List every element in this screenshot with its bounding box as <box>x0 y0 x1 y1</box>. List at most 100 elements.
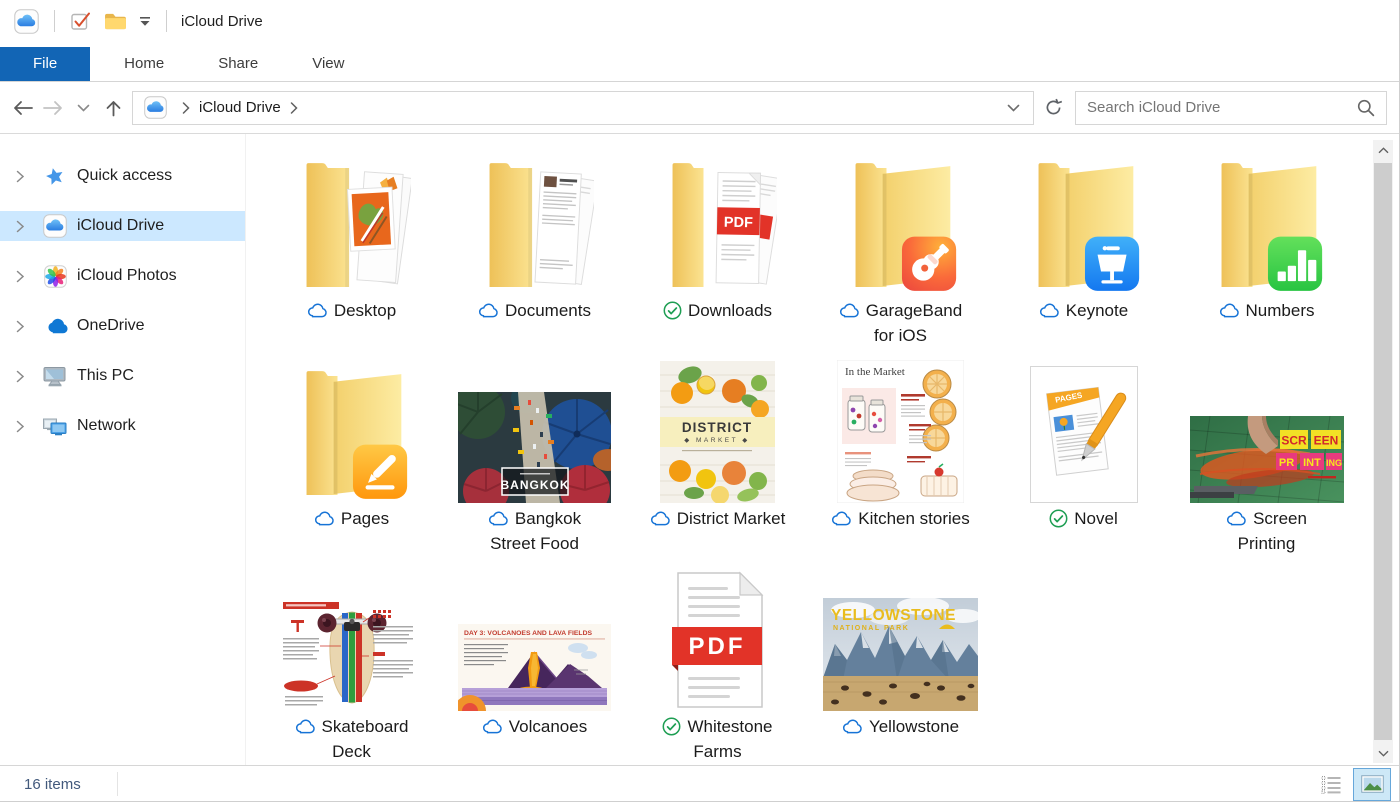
thumb-yellowstone: YELLOWSTONENATIONAL PARK <box>823 566 978 711</box>
file-name-line: Volcanoes <box>509 714 587 739</box>
vertical-scrollbar[interactable] <box>1373 140 1393 763</box>
sidebar-item-icloud-photos[interactable]: iCloud Photos <box>0 261 245 291</box>
recent-locations-chevron-icon[interactable] <box>68 93 98 123</box>
sidebar-item-label: iCloud Drive <box>77 217 164 235</box>
star-icon <box>42 165 68 187</box>
file-item-yellowstone[interactable]: YELLOWSTONENATIONAL PARK Yellowstone <box>809 566 992 774</box>
cloud-status-icon <box>650 511 671 526</box>
file-name-line: GarageBand <box>866 298 962 323</box>
network-icon <box>42 416 68 437</box>
file-name-line: Farms <box>662 739 772 764</box>
address-bar[interactable]: iCloud Drive <box>132 91 1034 125</box>
file-name-line: Keynote <box>1066 298 1128 323</box>
file-item-downloads[interactable]: PDFDownloads <box>626 150 809 358</box>
tab-file[interactable]: File <box>0 47 90 81</box>
customize-toolbar-chevron-icon[interactable] <box>139 16 151 27</box>
file-item-label: SkateboardDeck <box>295 714 409 764</box>
titlebar-separator <box>54 10 55 32</box>
file-name-line: Whitestone <box>687 714 772 739</box>
file-item-whitestone-farms[interactable]: PDFWhitestoneFarms <box>626 566 809 774</box>
expand-chevron-icon[interactable] <box>16 270 27 283</box>
file-item-label: WhitestoneFarms <box>662 714 772 764</box>
cloud-status-icon <box>478 303 499 318</box>
sidebar-item-quick-access[interactable]: Quick access <box>0 161 245 191</box>
search-input[interactable]: Search iCloud Drive <box>1075 91 1387 125</box>
file-name-line: Screen <box>1253 506 1307 531</box>
back-button[interactable] <box>8 93 38 123</box>
file-item-garageband-for-ios[interactable]: GarageBandfor iOS <box>809 150 992 358</box>
svg-text:BANGKOK: BANGKOK <box>501 478 570 492</box>
folder-downloads: PDF <box>659 150 777 295</box>
main-area: Quick access iCloud Drive iCloud Photos One… <box>0 134 1399 765</box>
sidebar-item-network[interactable]: Network <box>0 411 245 441</box>
up-button[interactable] <box>98 93 128 123</box>
properties-check-icon[interactable] <box>70 10 92 32</box>
file-name-line: Documents <box>505 298 591 323</box>
file-item-volcanoes[interactable]: DAY 3: VOLCANOES AND LAVA FIELDS Volcanoe… <box>443 566 626 774</box>
thumb-screen-printing: SCREENPRINTING <box>1190 358 1344 503</box>
file-item-documents[interactable]: Documents <box>443 150 626 358</box>
file-item-label: Yellowstone <box>842 714 959 739</box>
file-item-skateboard-deck[interactable]: SkateboardDeck <box>260 566 443 774</box>
expand-chevron-icon[interactable] <box>16 420 27 433</box>
file-name-line: Numbers <box>1246 298 1315 323</box>
icloud-icon <box>42 214 68 238</box>
tab-home[interactable]: Home <box>97 47 191 81</box>
icloud-breadcrumb-icon[interactable] <box>144 96 167 119</box>
expand-chevron-icon[interactable] <box>16 370 27 383</box>
file-list-area: Desktop Documents PDFDownloadsGarageBandfo… <box>246 134 1399 765</box>
svg-text:ING: ING <box>1325 458 1341 468</box>
file-item-novel[interactable]: PAGESNovel <box>992 358 1175 566</box>
svg-text:PR: PR <box>1278 457 1293 469</box>
refresh-button[interactable] <box>1038 92 1068 124</box>
file-name-line: Skateboard <box>322 714 409 739</box>
cloud-status-icon <box>842 719 863 734</box>
scroll-up-icon[interactable] <box>1373 140 1393 160</box>
sidebar-item-label: This PC <box>77 367 134 385</box>
scroll-down-icon[interactable] <box>1373 743 1393 763</box>
breadcrumb[interactable]: iCloud Drive <box>199 99 281 116</box>
file-item-desktop[interactable]: Desktop <box>260 150 443 358</box>
breadcrumb-chevron-icon[interactable] <box>182 102 190 114</box>
file-name-line: Printing <box>1226 531 1307 556</box>
file-item-numbers[interactable]: Numbers <box>1175 150 1358 358</box>
forward-button[interactable] <box>38 93 68 123</box>
file-item-district-market[interactable]: DISTRICT◆ MARKET ◆District Market <box>626 358 809 566</box>
folder-documents <box>476 150 594 295</box>
address-dropdown-chevron-icon[interactable] <box>998 104 1029 112</box>
window-title: iCloud Drive <box>181 13 263 30</box>
synced-check-icon <box>662 717 681 736</box>
file-item-bangkok-street-food[interactable]: BANGKOKBangkokStreet Food <box>443 358 626 566</box>
tab-view[interactable]: View <box>285 47 371 81</box>
sidebar-item-icloud-drive[interactable]: iCloud Drive <box>0 211 245 241</box>
scrollbar-thumb[interactable] <box>1374 163 1392 740</box>
svg-text:DAY 3: VOLCANOES AND LAVA FIEL: DAY 3: VOLCANOES AND LAVA FIELDS <box>464 630 592 637</box>
expand-chevron-icon[interactable] <box>16 170 27 183</box>
sidebar-item-onedrive[interactable]: OneDrive <box>0 311 245 341</box>
file-item-kitchen-stories[interactable]: In the MarketKitchen stories <box>809 358 992 566</box>
onedrive-icon <box>42 318 68 334</box>
tab-share[interactable]: Share <box>191 47 285 81</box>
search-icon[interactable] <box>1357 99 1375 117</box>
synced-check-icon <box>1049 509 1068 528</box>
cloud-status-icon <box>1226 511 1247 526</box>
cloud-status-icon <box>1219 303 1240 318</box>
item-count: 16 items <box>24 776 81 793</box>
sidebar-item-this-pc[interactable]: This PC <box>0 361 245 391</box>
file-name-line: Desktop <box>334 298 396 323</box>
thumb-district: DISTRICT◆ MARKET ◆ <box>660 358 775 503</box>
file-item-pages[interactable]: Pages <box>260 358 443 566</box>
ribbon-tabs: File Home Share View <box>0 42 1399 82</box>
expand-chevron-icon[interactable] <box>16 320 27 333</box>
svg-text:INT: INT <box>1303 457 1321 469</box>
sidebar-item-label: iCloud Photos <box>77 267 177 285</box>
svg-text:YELLOWSTONE: YELLOWSTONE <box>831 607 956 624</box>
file-item-screen-printing[interactable]: SCREENPRINTINGScreenPrinting <box>1175 358 1358 566</box>
expand-chevron-icon[interactable] <box>16 220 27 233</box>
sidebar-item-label: Network <box>77 417 136 435</box>
statusbar-separator <box>117 772 118 796</box>
file-item-keynote[interactable]: Keynote <box>992 150 1175 358</box>
new-folder-icon[interactable] <box>104 12 127 31</box>
file-item-label: ScreenPrinting <box>1226 506 1307 556</box>
breadcrumb-chevron-icon[interactable] <box>290 102 298 114</box>
